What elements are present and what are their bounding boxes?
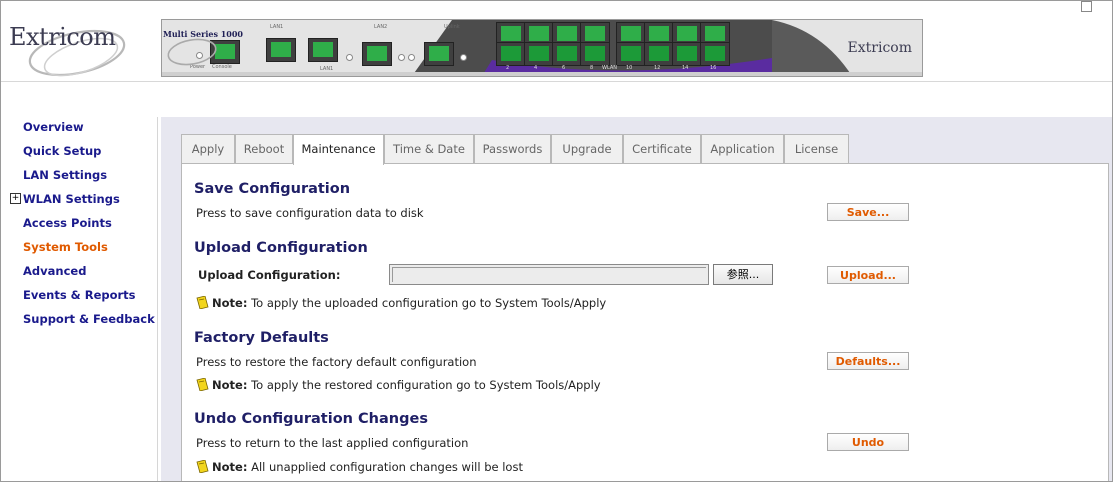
logo-text: Extricom — [9, 23, 116, 51]
port-number-label: 4 — [534, 65, 538, 71]
tab-passwords[interactable]: Passwords — [474, 134, 551, 163]
wlan-port-2-icon — [496, 42, 526, 66]
tab-license[interactable]: License — [784, 134, 849, 163]
expand-plus-icon[interactable]: + — [10, 193, 21, 204]
wlan-port-16-icon — [700, 42, 730, 66]
port-number-label: 16 — [710, 65, 717, 71]
factory-defaults-description: Press to restore the factory default con… — [196, 355, 477, 369]
upload-file-path[interactable] — [392, 267, 706, 282]
sidebar-item-wlan-settings[interactable]: + WLAN Settings — [10, 192, 120, 206]
uplink-label: Uplink — [444, 24, 460, 30]
port-number-label: 2 — [506, 65, 510, 71]
note-label: Note: — [212, 378, 248, 392]
sidebar-item-advanced[interactable]: Advanced — [23, 264, 86, 278]
undo-changes-title: Undo Configuration Changes — [194, 411, 428, 427]
sidebar-item-quick-setup[interactable]: Quick Setup — [23, 144, 101, 158]
application-window: Extricom Multi Series 1000 Extricom Powe… — [0, 0, 1113, 482]
lan1-port-b-icon — [308, 38, 338, 62]
port-number-label: WLAN — [602, 65, 618, 71]
factory-note: Note: To apply the restored configuratio… — [196, 378, 601, 392]
note-text: To apply the uploaded configuration go t… — [247, 296, 607, 310]
note-text: All unapplied configuration changes will… — [247, 460, 523, 474]
upload-config-title: Upload Configuration — [194, 240, 368, 256]
uplink-led-icon — [460, 54, 467, 61]
sidebar-item-access-points[interactable]: Access Points — [23, 216, 112, 230]
note-text: To apply the restored configuration go t… — [247, 378, 601, 392]
upload-button[interactable]: Upload... — [827, 266, 909, 284]
uplink-port-icon — [424, 42, 454, 66]
wlan-port-12-icon — [644, 42, 674, 66]
upload-config-label: Upload Configuration: — [198, 268, 341, 282]
tab-certificate[interactable]: Certificate — [623, 134, 701, 163]
corner-box-icon — [1081, 1, 1092, 12]
wlan-port-8-icon — [580, 42, 610, 66]
lan2-label: LAN2 — [374, 24, 388, 30]
port-number-label: 10 — [626, 65, 633, 71]
lan2-port-icon — [362, 42, 392, 66]
port-number-label: 8 — [590, 65, 594, 71]
sidebar-item-support-feedback[interactable]: Support & Feedback — [23, 312, 155, 326]
sidebar-item-system-tools[interactable]: System Tools — [23, 240, 108, 254]
tab-time-date[interactable]: Time & Date — [384, 134, 474, 163]
note-pencil-icon — [196, 296, 209, 309]
tab-upgrade[interactable]: Upgrade — [551, 134, 623, 163]
wlan-port-10-icon — [616, 42, 646, 66]
sidebar-item-lan-settings[interactable]: LAN Settings — [23, 168, 107, 182]
defaults-button[interactable]: Defaults... — [827, 352, 909, 370]
undo-button[interactable]: Undo — [827, 433, 909, 451]
sidebar-item-overview[interactable]: Overview — [23, 120, 84, 134]
upload-note: Note: To apply the uploaded configuratio… — [196, 296, 606, 310]
sidebar-item-label: WLAN Settings — [23, 192, 120, 206]
tab-apply[interactable]: Apply — [181, 134, 235, 163]
lan1-group-label: LAN1 — [320, 66, 334, 72]
header: Extricom Multi Series 1000 Extricom Powe… — [1, 1, 1112, 82]
port-number-label: 14 — [682, 65, 689, 71]
note-label: Note: — [212, 296, 248, 310]
upload-file-input[interactable] — [389, 264, 709, 285]
device-panel-image: Multi Series 1000 Extricom Power Console… — [161, 19, 923, 77]
wlan-port-4-icon — [524, 42, 554, 66]
note-label: Note: — [212, 460, 248, 474]
sidebar-nav: Overview Quick Setup LAN Settings + WLAN… — [7, 117, 158, 481]
save-config-description: Press to save configuration data to disk — [196, 206, 424, 220]
note-pencil-icon — [196, 378, 209, 391]
wlan-port-6-icon — [552, 42, 582, 66]
device-logo-swoosh-icon — [167, 38, 217, 66]
browse-button[interactable]: 参照... — [713, 264, 773, 285]
tab-maintenance[interactable]: Maintenance — [293, 134, 384, 165]
port-number-label: 12 — [654, 65, 661, 71]
factory-defaults-title: Factory Defaults — [194, 330, 329, 346]
undo-note: Note: All unapplied configuration change… — [196, 460, 523, 474]
lan1-top-label: LAN1 — [270, 24, 284, 30]
save-button[interactable]: Save... — [827, 203, 909, 221]
tab-reboot[interactable]: Reboot — [235, 134, 293, 163]
lan2-led-a-icon — [398, 54, 405, 61]
note-pencil-icon — [196, 460, 209, 473]
wlan-port-14-icon — [672, 42, 702, 66]
lan2-led-b-icon — [408, 54, 415, 61]
maintenance-panel: Save Configuration Press to save configu… — [181, 163, 1109, 481]
extricom-logo: Extricom — [9, 23, 139, 79]
undo-changes-description: Press to return to the last applied conf… — [196, 436, 469, 450]
lan-led-icon — [346, 54, 353, 61]
save-config-title: Save Configuration — [194, 181, 351, 197]
sidebar-item-events-reports[interactable]: Events & Reports — [23, 288, 136, 302]
tab-application[interactable]: Application — [701, 134, 784, 163]
lan1-port-a-icon — [266, 38, 296, 62]
device-logo-text: Extricom — [847, 40, 912, 56]
port-number-label: 6 — [562, 65, 566, 71]
